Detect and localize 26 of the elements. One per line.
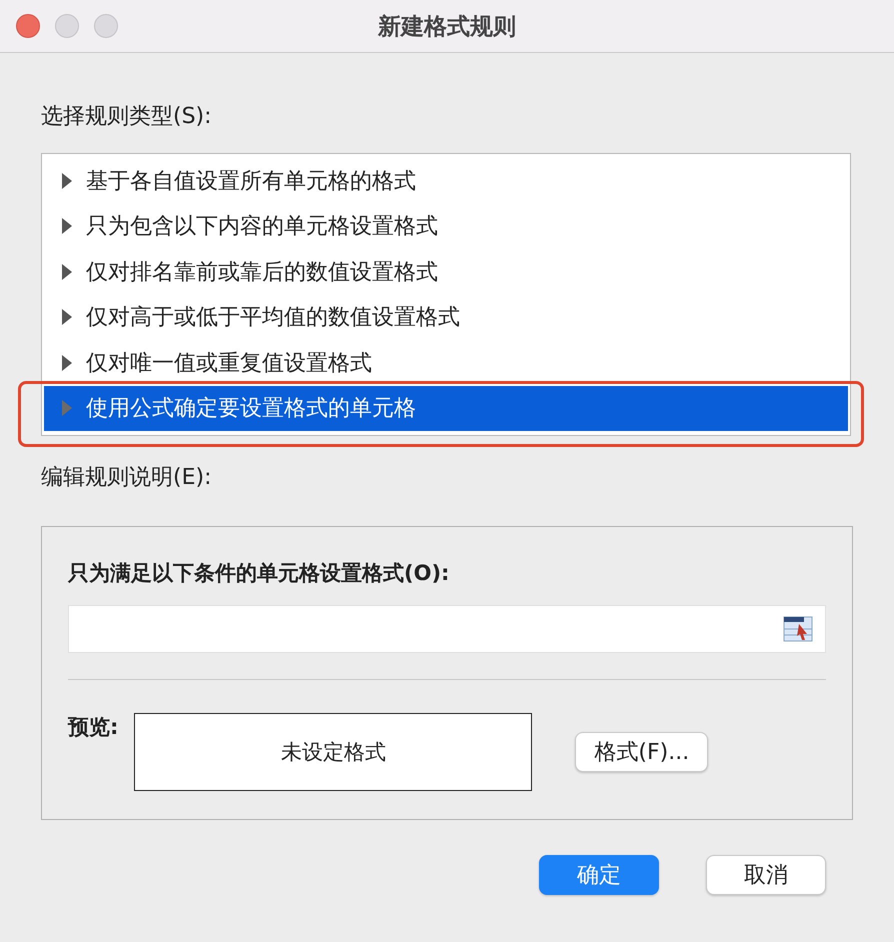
triangle-icon: [62, 218, 72, 234]
triangle-icon: [62, 400, 72, 416]
preview-label: 预览:: [68, 714, 118, 741]
rule-type-item[interactable]: 仅对唯一值或重复值设置格式: [44, 340, 848, 386]
zoom-button[interactable]: [94, 14, 118, 38]
close-button[interactable]: [16, 14, 40, 38]
rule-type-item[interactable]: 基于各自值设置所有单元格的格式: [44, 158, 848, 204]
rule-type-item[interactable]: 仅对高于或低于平均值的数值设置格式: [44, 294, 848, 340]
formula-field[interactable]: [68, 605, 826, 653]
rule-type-item[interactable]: 仅对排名靠前或靠后的数值设置格式: [44, 249, 848, 294]
triangle-icon: [62, 172, 72, 189]
edit-rule-label: 编辑规则说明(E):: [41, 464, 212, 492]
triangle-icon: [62, 309, 72, 326]
ok-button[interactable]: 确定: [539, 855, 659, 895]
format-button[interactable]: 格式(F)...: [575, 732, 708, 772]
minimize-button[interactable]: [55, 14, 79, 38]
rule-type-label: 选择规则类型(S):: [41, 103, 212, 131]
triangle-icon: [62, 264, 72, 280]
rule-type-item[interactable]: 只为包含以下内容的单元格设置格式: [44, 204, 848, 249]
preview-text: 未设定格式: [280, 739, 386, 766]
rule-type-item[interactable]: 使用公式确定要设置格式的单元格: [44, 386, 848, 431]
condition-label: 只为满足以下条件的单元格设置格式(O):: [68, 560, 450, 587]
window-title: 新建格式规则: [378, 12, 516, 42]
triangle-icon: [62, 354, 72, 371]
cancel-button[interactable]: 取消: [706, 855, 826, 895]
range-picker-icon[interactable]: [783, 616, 813, 642]
